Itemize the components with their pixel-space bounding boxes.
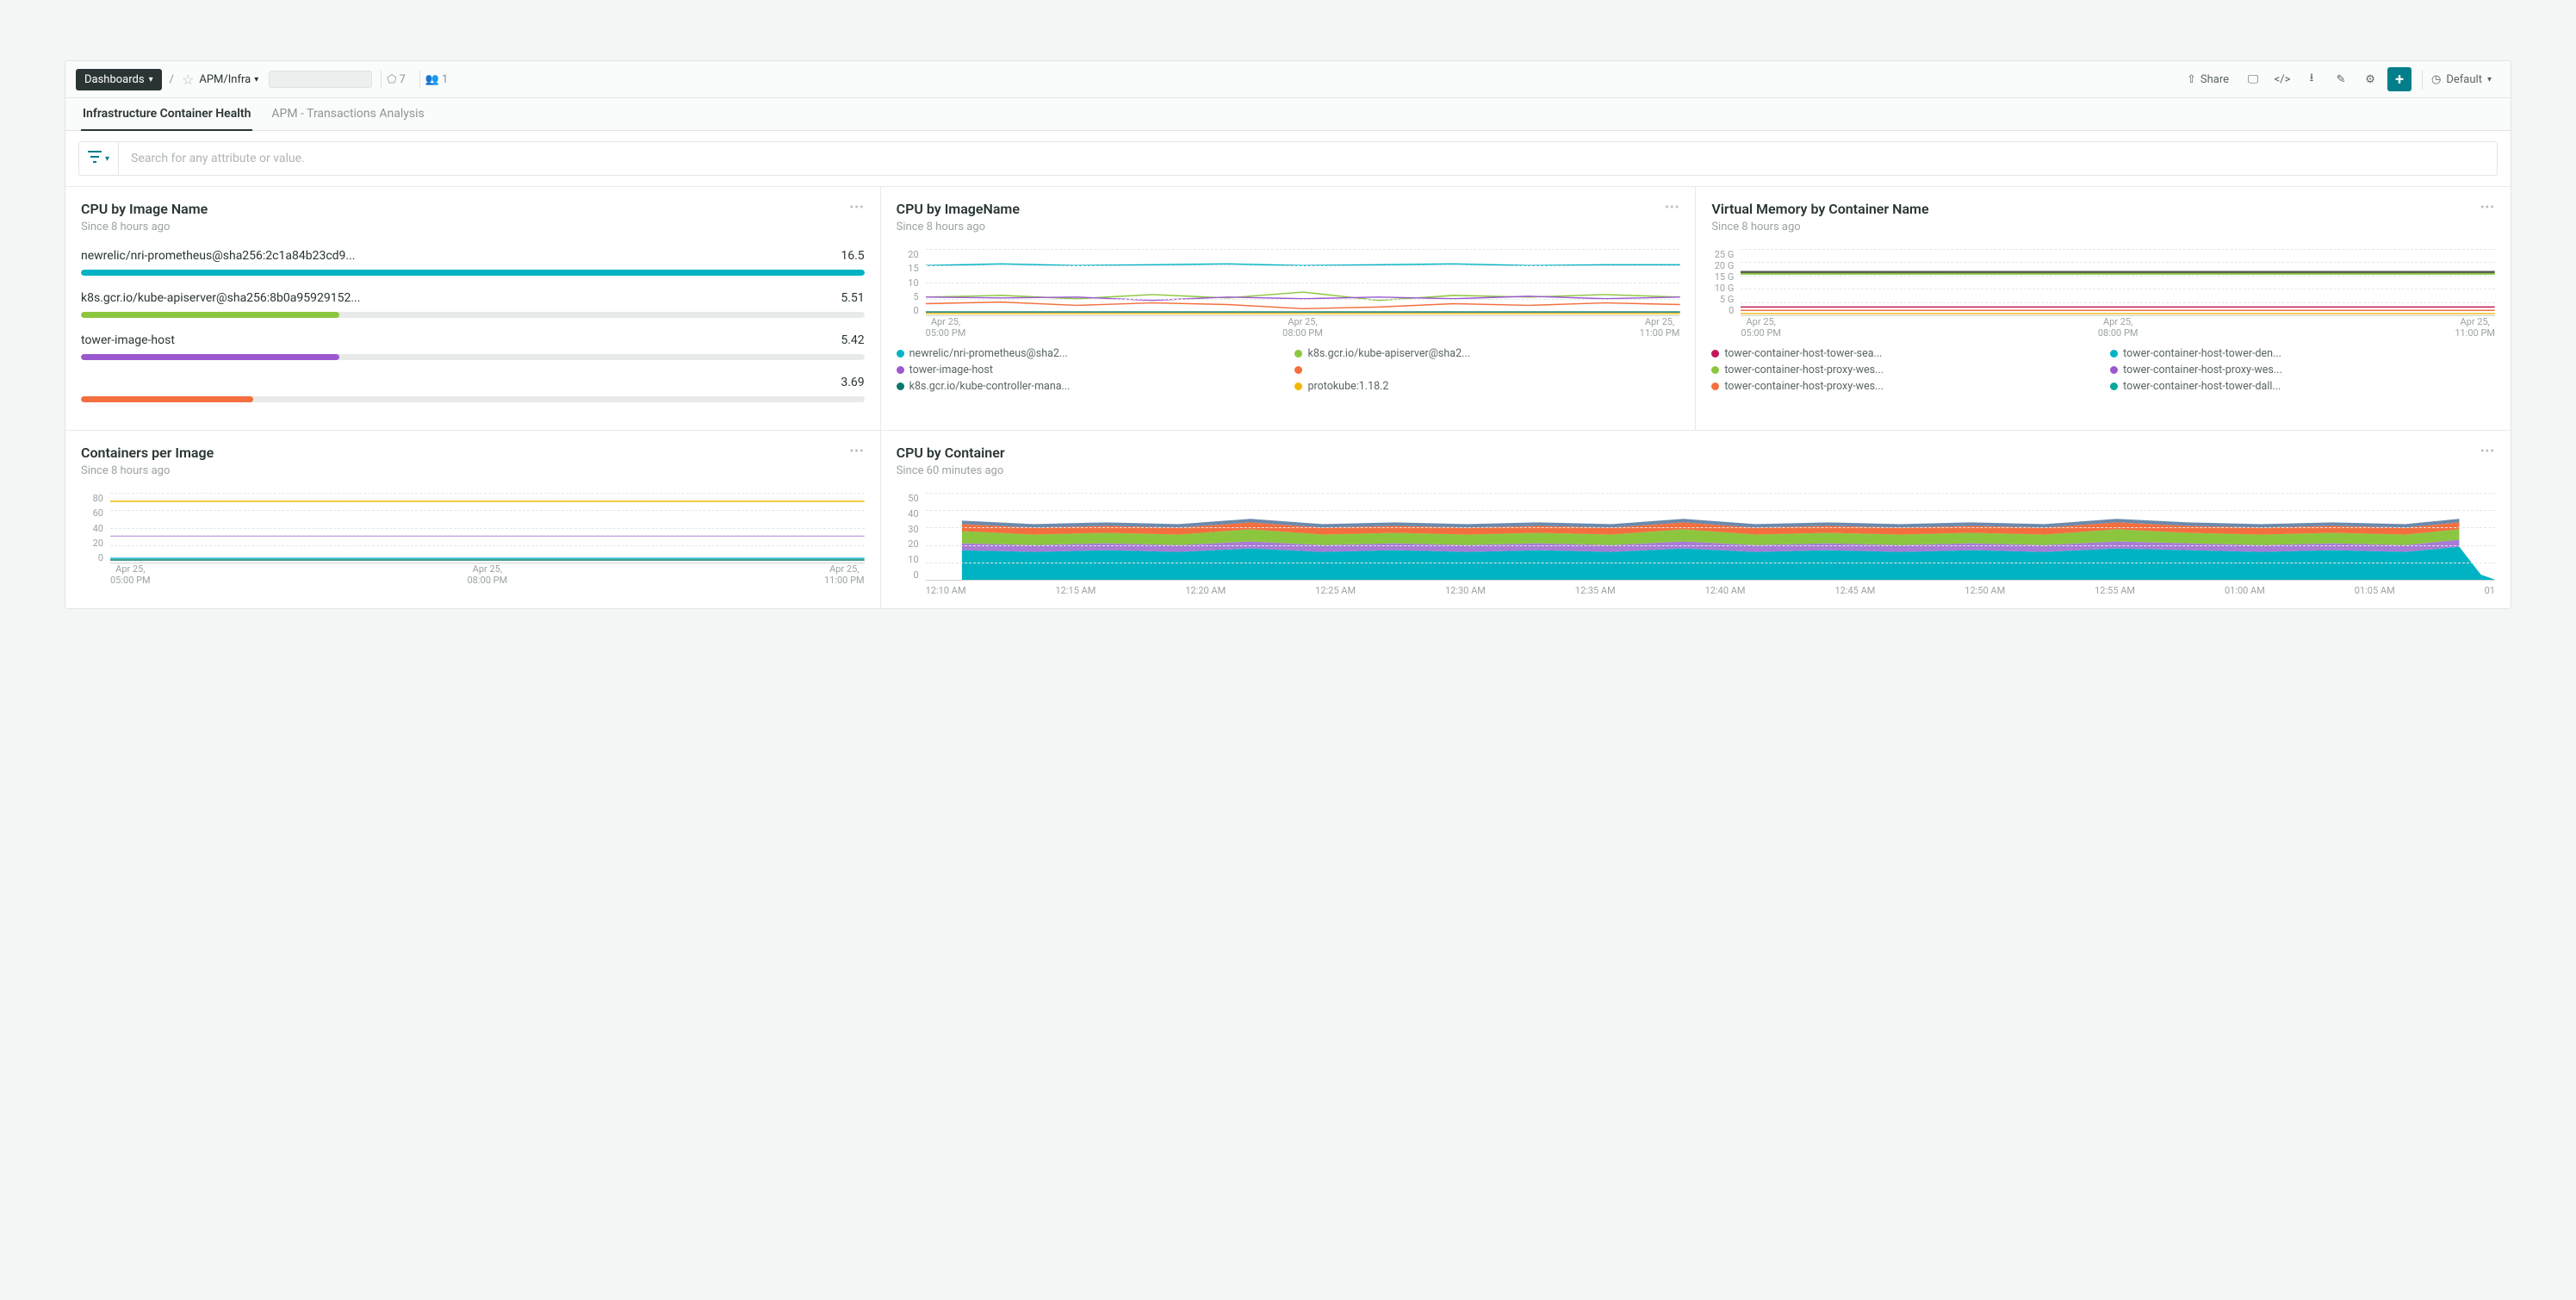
bar-label: k8s.gcr.io/kube-apiserver@sha256:8b0a959… (81, 291, 360, 305)
line-chart: 25 G20 G15 G10 G5 G0 Apr 25,05:00 PMApr … (1711, 249, 2495, 332)
panel-title: CPU by Image Name (81, 201, 208, 217)
chevron-down-icon: ▾ (254, 75, 258, 84)
panel-subtitle: Since 8 hours ago (897, 221, 1680, 233)
legend-item[interactable]: tower-container-host-tower-den... (2110, 347, 2495, 360)
filter-dropdown[interactable]: ▾ (79, 142, 119, 175)
line-chart: 806040200 Apr 25,05:00 PMApr 25,08:00 PM… (81, 493, 865, 579)
favorite-star-icon[interactable]: ☆ (182, 72, 194, 88)
legend-item[interactable]: tower-container-host-proxy-wes... (2110, 364, 2495, 376)
share-icon: ⇧ (2187, 73, 2196, 86)
legend-item[interactable]: k8s.gcr.io/kube-apiserver@sha2... (1294, 347, 1679, 360)
monitor-icon: 🖵 (2248, 73, 2259, 86)
breadcrumb-separator: / (167, 73, 177, 86)
search-input[interactable] (119, 152, 2497, 165)
bar-row: newrelic/nri-prometheus@sha256:2c1a84b23… (81, 249, 865, 276)
legend-item[interactable]: tower-container-host-proxy-wes... (1711, 364, 2096, 376)
chevron-down-icon: ▾ (105, 154, 109, 164)
add-widget-button[interactable]: + (2387, 67, 2412, 91)
chevron-down-icon: ▾ (2487, 75, 2492, 84)
legend-item[interactable]: protokube:1.18.2 (1294, 380, 1679, 393)
breadcrumb-current[interactable] (269, 71, 372, 88)
bar-track (81, 270, 865, 276)
area-chart: 50403020100 12:10 AM12:15 AM12:20 AM12:2… (897, 493, 2495, 596)
tv-mode-button[interactable]: 🖵 (2241, 67, 2265, 91)
chevron-down-icon: ▾ (149, 75, 153, 84)
clock-icon: ◷ (2431, 73, 2441, 86)
bar-value: 16.5 (841, 249, 864, 263)
panel-containers-per-image: Containers per Image ••• Since 8 hours a… (65, 431, 880, 608)
bar-track (81, 354, 865, 360)
dashboards-dropdown[interactable]: Dashboards▾ (76, 69, 162, 90)
download-button[interactable]: ⭳ (2300, 67, 2324, 91)
panel-menu-button[interactable]: ••• (1665, 201, 1679, 215)
filter-bar: ▾ (78, 141, 2498, 176)
panel-cpu-by-image-bars: CPU by Image Name ••• Since 8 hours ago … (65, 187, 880, 430)
tabs: Infrastructure Container Health APM - Tr… (65, 98, 2511, 131)
panel-cpu-by-imagename-line: CPU by ImageName ••• Since 8 hours ago 2… (881, 187, 1696, 430)
gear-icon: ⚙ (2365, 73, 2375, 86)
tag-icon: ⬠ (387, 73, 396, 86)
pencil-icon: ✎ (2337, 73, 2346, 86)
bar-row: tower-image-host 5.42 (81, 333, 865, 360)
bar-label: tower-image-host (81, 333, 175, 347)
filter-icon (88, 152, 102, 165)
breadcrumb-item[interactable]: APM/Infra ▾ (199, 73, 258, 86)
panel-title: CPU by ImageName (897, 201, 1020, 217)
settings-button[interactable]: ⚙ (2358, 67, 2382, 91)
dashboard-container: Dashboards▾ / ☆ APM/Infra ▾ ⬠ 7 👥 1 ⇧ Sh… (65, 60, 2511, 609)
plus-icon: + (2395, 71, 2404, 89)
panel-menu-button[interactable]: ••• (849, 201, 864, 215)
panel-subtitle: Since 60 minutes ago (897, 464, 2495, 477)
panel-title: Containers per Image (81, 445, 214, 461)
panel-title: CPU by Container (897, 445, 1005, 461)
time-range-dropdown[interactable]: ◷ Default ▾ (2422, 70, 2500, 90)
users-icon: 👥 (425, 73, 439, 86)
legend-item[interactable]: tower-container-host-tower-dall... (2110, 380, 2495, 393)
panel-subtitle: Since 8 hours ago (1711, 221, 2495, 233)
download-icon: ⭳ (2310, 70, 2314, 89)
bar-row: k8s.gcr.io/kube-apiserver@sha256:8b0a959… (81, 291, 865, 318)
panel-title: Virtual Memory by Container Name (1711, 201, 1928, 217)
panel-subtitle: Since 8 hours ago (81, 464, 865, 477)
panels-grid: CPU by Image Name ••• Since 8 hours ago … (65, 186, 2511, 608)
panel-virtual-memory: Virtual Memory by Container Name ••• Sin… (1696, 187, 2511, 430)
panel-menu-button[interactable]: ••• (2480, 445, 2495, 458)
code-button[interactable]: </> (2270, 67, 2294, 91)
legend-item[interactable]: tower-image-host (897, 364, 1282, 376)
legend-item[interactable]: k8s.gcr.io/kube-controller-mana... (897, 380, 1282, 393)
legend-item[interactable] (1294, 364, 1679, 376)
bar-track (81, 396, 865, 402)
bar-label: newrelic/nri-prometheus@sha256:2c1a84b23… (81, 249, 356, 263)
bar-value: 3.69 (841, 376, 864, 389)
toolbar: Dashboards▾ / ☆ APM/Infra ▾ ⬠ 7 👥 1 ⇧ Sh… (65, 61, 2511, 98)
bar-row: 3.69 (81, 376, 865, 402)
code-icon: </> (2275, 73, 2291, 86)
panel-menu-button[interactable]: ••• (2480, 201, 2495, 215)
line-chart: 20151050 Apr 25,05:00 PMApr 25,08:00 PMA… (897, 249, 1680, 332)
bar-track (81, 312, 865, 318)
panel-cpu-by-container: CPU by Container ••• Since 60 minutes ag… (881, 431, 2511, 608)
bar-value: 5.51 (841, 291, 864, 305)
bar-value: 5.42 (841, 333, 864, 347)
tab-infrastructure[interactable]: Infrastructure Container Health (81, 98, 252, 131)
legend-item[interactable]: newrelic/nri-prometheus@sha2... (897, 347, 1282, 360)
legend-item[interactable]: tower-container-host-proxy-wes... (1711, 380, 2096, 393)
edit-button[interactable]: ✎ (2329, 67, 2353, 91)
legend-item[interactable]: tower-container-host-tower-sea... (1711, 347, 2096, 360)
panel-menu-button[interactable]: ••• (849, 445, 864, 458)
tab-apm[interactable]: APM - Transactions Analysis (270, 98, 425, 130)
tags-count[interactable]: ⬠ 7 (381, 71, 411, 88)
panel-subtitle: Since 8 hours ago (81, 221, 865, 233)
share-button[interactable]: ⇧ Share (2180, 70, 2236, 90)
users-count[interactable]: 👥 1 (419, 71, 454, 88)
